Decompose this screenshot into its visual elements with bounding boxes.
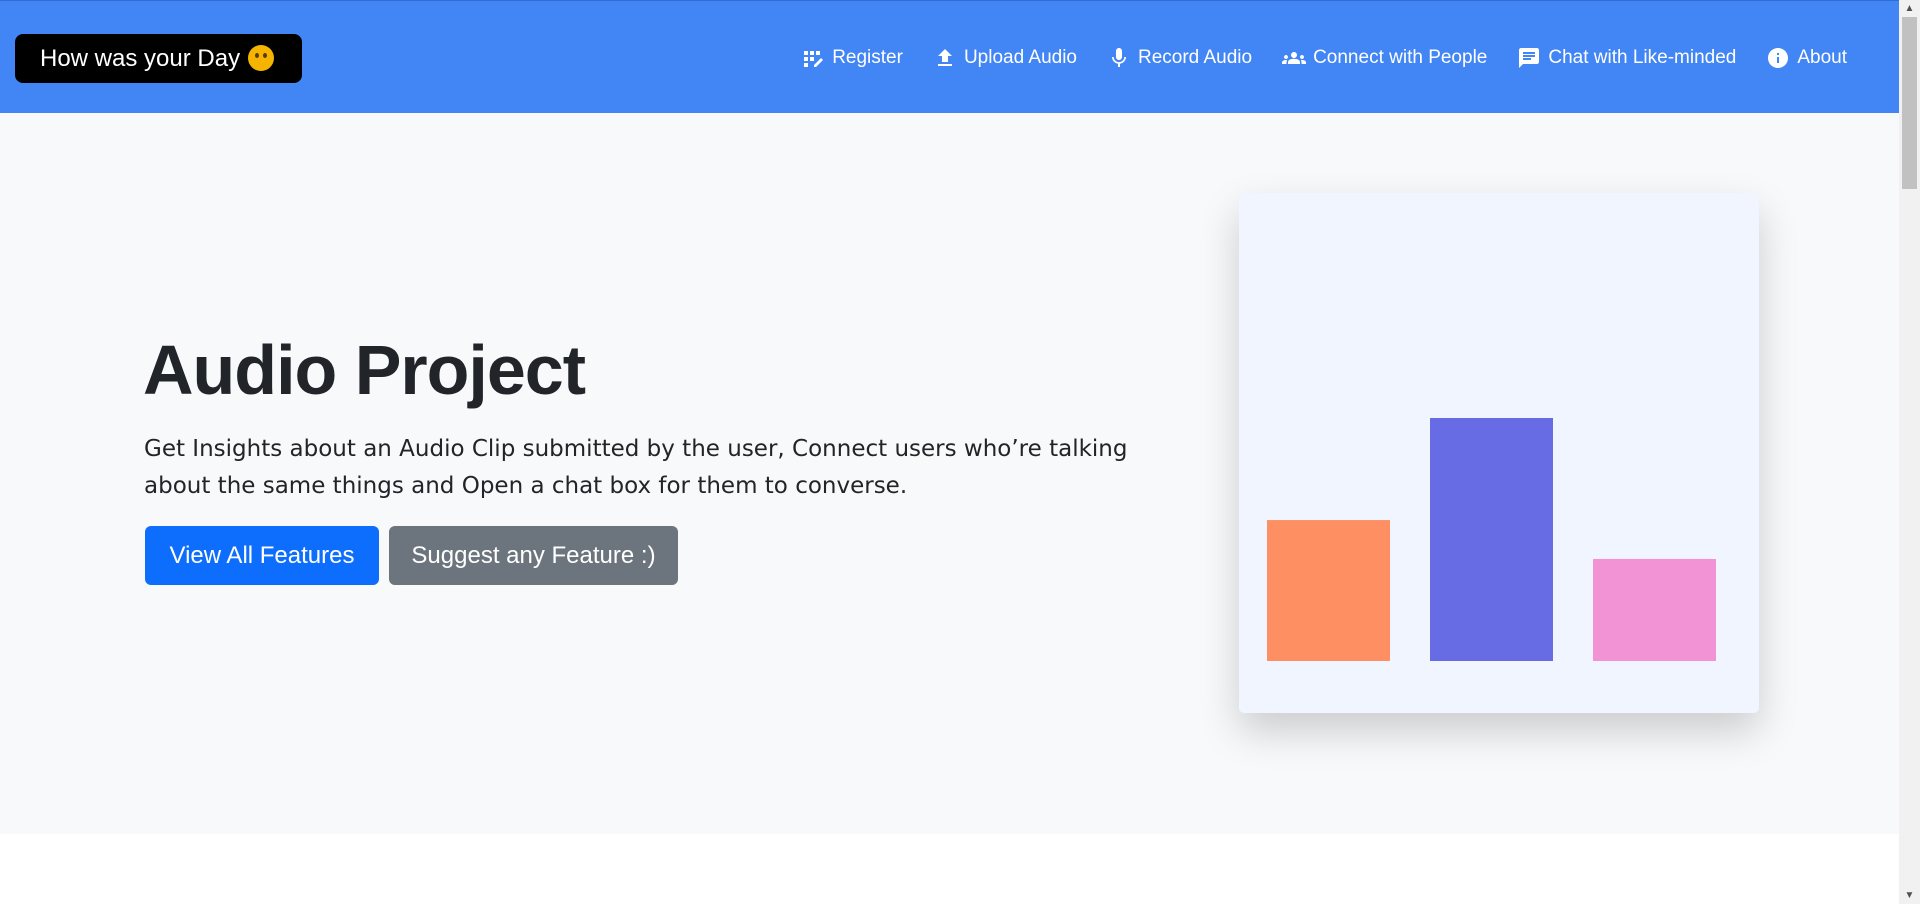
register-icon: [804, 50, 824, 67]
nav-item-record-audio-label: Record Audio: [1138, 46, 1253, 68]
scroll-up-arrow-icon[interactable]: ▲: [1899, 0, 1920, 17]
nav-item-register-label: Register: [832, 46, 903, 68]
nav-item-upload-audio[interactable]: Upload Audio: [918, 46, 1092, 70]
hero-description: Get Insights about an Audio Clip submitt…: [144, 436, 1128, 499]
upload-icon: [937, 48, 952, 66]
scroll-down-arrow-icon[interactable]: ▼: [1899, 887, 1920, 904]
chart-bar: [1593, 558, 1716, 661]
chart-bar: [1430, 418, 1553, 661]
nav-item-about-label: About: [1797, 46, 1847, 68]
view-all-features-button[interactable]: View All Features: [145, 526, 379, 585]
nav-item-connect-people[interactable]: Connect with People: [1267, 46, 1502, 70]
nav-item-register[interactable]: Register: [786, 46, 918, 70]
hero-bar-chart-card: [1239, 193, 1759, 713]
nav-item-upload-audio-label: Upload Audio: [963, 46, 1077, 68]
nav-item-record-audio[interactable]: Record Audio: [1092, 46, 1267, 70]
info-icon: [1768, 47, 1789, 68]
features-section: [0, 834, 1899, 904]
brand-text: How was your Day: [40, 45, 241, 72]
hero-section: Audio Project Get Insights about an Audi…: [0, 113, 1899, 834]
suggest-feature-button[interactable]: Suggest any Feature :): [389, 526, 678, 585]
nav-item-chat[interactable]: Chat with Like-minded: [1502, 46, 1751, 70]
brand-logo-button[interactable]: How was your Day: [15, 34, 303, 83]
scrollbar-thumb[interactable]: [1902, 17, 1917, 189]
hero-bar-chart: [1267, 418, 1716, 661]
thinking-face-emoji-icon: [248, 44, 275, 71]
chart-bar: [1267, 520, 1390, 661]
nav-item-connect-people-label: Connect with People: [1313, 46, 1488, 68]
nav-links: Register Upload Audio Record Audio Conne…: [786, 1, 1862, 114]
chat-icon: [1519, 47, 1540, 68]
microphone-icon: [1112, 47, 1126, 67]
page-title: Audio Project: [143, 331, 586, 409]
nav-item-chat-label: Chat with Like-minded: [1548, 46, 1737, 68]
navbar: How was your Day Register Upload Audio R…: [0, 0, 1899, 113]
vertical-scrollbar[interactable]: ▲ ▼: [1899, 0, 1920, 904]
page: How was your Day Register Upload Audio R…: [0, 0, 1899, 904]
people-icon: [1282, 51, 1307, 64]
nav-item-about[interactable]: About: [1751, 46, 1862, 70]
